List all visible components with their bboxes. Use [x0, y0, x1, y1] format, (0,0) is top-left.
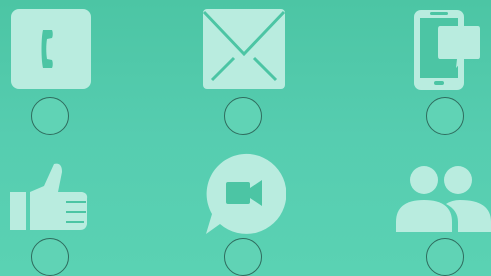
thumbs-up-icon[interactable]: [10, 162, 90, 232]
video-chat-icon[interactable]: [202, 152, 286, 236]
group-select-dot[interactable]: [426, 238, 464, 276]
phone-select-dot[interactable]: [31, 97, 69, 135]
video-chat-select-dot[interactable]: [224, 238, 262, 276]
smartphone-chat-select-dot[interactable]: [426, 97, 464, 135]
envelope-select-dot[interactable]: [224, 97, 262, 135]
thumbs-up-select-dot[interactable]: [31, 238, 69, 276]
smartphone-chat-icon[interactable]: [412, 8, 482, 92]
envelope-icon[interactable]: [202, 8, 286, 90]
group-icon[interactable]: [394, 164, 491, 232]
phone-icon[interactable]: [10, 8, 92, 90]
